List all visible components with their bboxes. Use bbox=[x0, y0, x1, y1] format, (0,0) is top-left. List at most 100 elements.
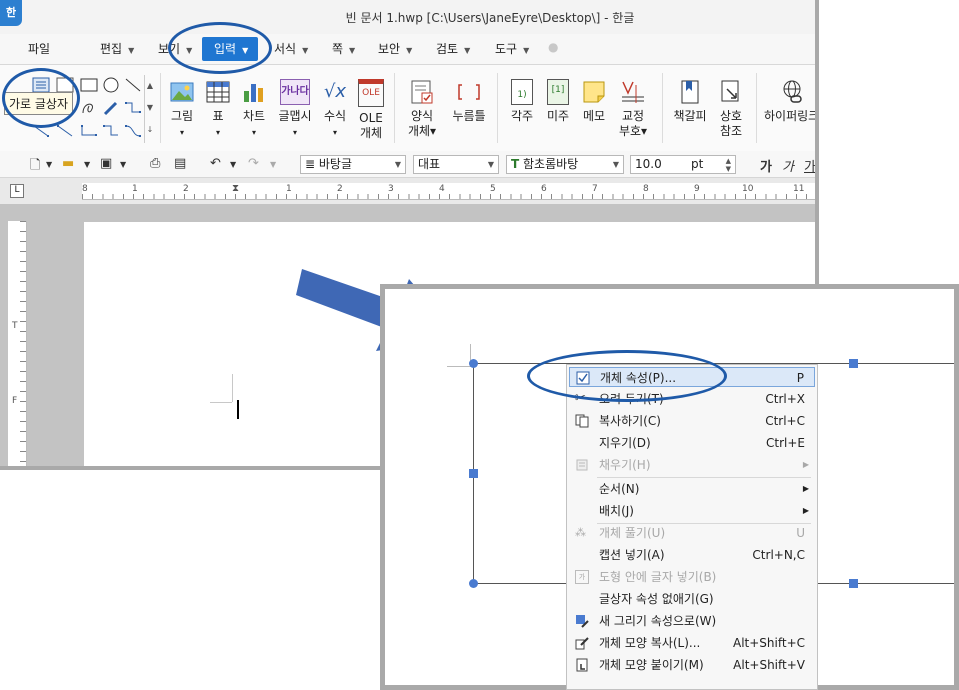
gallery-scroll[interactable]: ▲ ▼ ↓ bbox=[144, 75, 155, 143]
resize-handle[interactable] bbox=[849, 579, 858, 588]
title-bar: 한 빈 문서 1.hwp [C:\Users\JaneEyre\Desktop\… bbox=[0, 0, 815, 34]
print-icon[interactable]: ⎙ bbox=[150, 156, 160, 171]
menu-tools[interactable]: 도구 ▼ bbox=[495, 40, 529, 57]
pen-icon[interactable] bbox=[102, 100, 120, 116]
menu-item-order[interactable]: 순서(N) ▶ bbox=[569, 479, 815, 499]
submenu-arrow-icon: ▶ bbox=[802, 460, 809, 469]
menu-item-fill[interactable]: 채우기(H) ▶ bbox=[569, 455, 815, 475]
resize-handle[interactable] bbox=[469, 579, 478, 588]
font-type-icon: T bbox=[511, 157, 520, 171]
connector-icon[interactable] bbox=[124, 100, 142, 116]
insert-hyperlink-button[interactable]: 하이퍼링크 bbox=[764, 79, 815, 124]
menu-item-delete[interactable]: 지우기(D) Ctrl+E bbox=[569, 433, 815, 453]
curve-icon[interactable] bbox=[80, 100, 98, 116]
chevron-down-icon: ▼ bbox=[523, 46, 530, 55]
menu-item-copy-shape[interactable]: 개체 모양 복사(L)... Alt+Shift+C bbox=[569, 633, 815, 653]
font-select[interactable]: T 함초롬바탕 ▼ bbox=[506, 155, 624, 174]
insert-footnote-button[interactable]: 1) 각주 bbox=[506, 79, 538, 124]
tab-type-icon[interactable]: L bbox=[10, 184, 24, 198]
insert-formula-button[interactable]: √x 수식 ▾ bbox=[318, 79, 352, 140]
window-title: 빈 문서 1.hwp [C:\Users\JaneEyre\Desktop\] … bbox=[345, 11, 635, 25]
line-icon[interactable] bbox=[124, 77, 142, 93]
menu-review[interactable]: 검토 ▼ bbox=[436, 40, 470, 57]
top-margin-marker-icon[interactable]: T bbox=[12, 321, 18, 331]
horizontal-ruler[interactable]: 8 1 2 1 2 3 4 5 6 7 8 9 10 11 ⧗ bbox=[82, 183, 815, 200]
chevron-down-icon[interactable]: ▼ bbox=[46, 160, 52, 169]
save-icon[interactable]: ▣ bbox=[100, 156, 112, 171]
insert-bookmark-button[interactable]: 책갈피 bbox=[670, 79, 710, 124]
menu-item-text-in-shape[interactable]: 가 도형 안에 글자 넣기(B) bbox=[569, 567, 815, 587]
vertical-ruler[interactable]: T F bbox=[8, 221, 27, 466]
open-folder-icon[interactable]: ▬ bbox=[62, 156, 74, 171]
preview-icon[interactable]: ▤ bbox=[174, 156, 186, 171]
connector-elbow-icon[interactable] bbox=[80, 123, 98, 139]
chevron-down-icon[interactable]: ▼ bbox=[230, 160, 236, 169]
chevron-down-icon[interactable]: ▼ bbox=[270, 160, 276, 169]
ole-icon: OLE bbox=[358, 79, 384, 107]
formula-icon: √x bbox=[323, 81, 347, 102]
menu-item-new-draw-props[interactable]: 새 그리기 속성으로(W) bbox=[569, 611, 815, 631]
new-draw-props-icon bbox=[576, 615, 589, 628]
language-select[interactable]: 대표 ▼ bbox=[413, 155, 499, 174]
paste-shape-icon bbox=[576, 658, 588, 672]
insert-picture-button[interactable]: 그림 ▾ bbox=[166, 79, 198, 140]
fill-icon bbox=[576, 459, 588, 471]
context-menu: 개체 속성(P)... P ✂ 오려 두기(T) Ctrl+X 복사하기(C) Ctr… bbox=[566, 364, 818, 690]
insert-table-button[interactable]: 표 ▾ bbox=[204, 79, 232, 140]
paragraph-marker-icon[interactable]: F bbox=[12, 396, 17, 406]
chevron-down-icon[interactable]: ▼ bbox=[120, 160, 126, 169]
resize-handle[interactable] bbox=[469, 359, 478, 368]
app-logo-icon[interactable]: 한 bbox=[0, 0, 22, 26]
copy-shape-icon bbox=[575, 637, 589, 650]
menu-item-insert-caption[interactable]: 캡션 넣기(A) Ctrl+N,C bbox=[569, 545, 815, 565]
resize-handle[interactable] bbox=[469, 469, 478, 478]
insert-ole-button[interactable]: OLE OLE 개체 bbox=[356, 79, 386, 141]
indent-marker-icon[interactable]: ⧗ bbox=[232, 183, 242, 199]
menu-security[interactable]: 보안 ▼ bbox=[378, 40, 412, 57]
chevron-down-icon: ▼ bbox=[302, 46, 309, 55]
connector-curve-icon[interactable] bbox=[124, 123, 142, 139]
insert-crossref-button[interactable]: 상호 참조 bbox=[714, 79, 748, 139]
connector-arrow-icon[interactable] bbox=[56, 123, 74, 139]
help-icon[interactable]: ● bbox=[548, 40, 558, 54]
menu-item-arrange[interactable]: 배치(J) ▶ bbox=[569, 501, 815, 521]
menu-page[interactable]: 쪽 ▼ bbox=[332, 40, 355, 57]
insert-form-button[interactable]: 양식 개체▾ bbox=[404, 79, 440, 139]
insert-chart-button[interactable]: 차트 ▾ bbox=[238, 79, 270, 140]
undo-icon[interactable]: ↶ bbox=[210, 156, 221, 171]
insert-endnote-button[interactable]: [1] 미주 bbox=[542, 79, 574, 124]
wordart-icon: 가나다 bbox=[280, 79, 310, 105]
hyperlink-icon bbox=[783, 80, 802, 103]
insert-proofmark-button[interactable]: 교정 부호▾ bbox=[616, 79, 650, 139]
menu-item-ungroup[interactable]: ⁂ 개체 풀기(U) U bbox=[569, 523, 815, 543]
menu-format[interactable]: 서식 ▼ bbox=[274, 40, 308, 57]
rectangle-icon[interactable] bbox=[80, 77, 98, 93]
table-icon bbox=[206, 81, 230, 103]
insert-wordart-button[interactable]: 가나다 글맵시 ▾ bbox=[276, 79, 314, 140]
menu-item-copy[interactable]: 복사하기(C) Ctrl+C bbox=[569, 411, 815, 431]
picture-icon bbox=[170, 82, 194, 102]
ribbon-toolbar: ▲ ▼ ↓ 가로 글상자 그림 ▾ 표 ▾ 차트 ▾ 가나다 글맵시 ▾ √x 수식 ▾ OL… bbox=[0, 65, 815, 152]
new-document-icon[interactable]: 🗋 bbox=[30, 156, 40, 178]
bold-button[interactable]: 가 bbox=[760, 156, 772, 175]
chevron-down-icon[interactable]: ▼ bbox=[84, 160, 90, 169]
chevron-down-icon: ▼ bbox=[406, 46, 413, 55]
menu-edit[interactable]: 편집 ▼ bbox=[100, 40, 134, 57]
resize-handle[interactable] bbox=[849, 359, 858, 368]
connector-elbow-arrow-icon[interactable] bbox=[102, 123, 120, 139]
menu-item-remove-textbox-props[interactable]: 글상자 속성 없애기(G) bbox=[569, 589, 815, 609]
redo-icon[interactable]: ↷ bbox=[248, 156, 259, 171]
underline-button[interactable]: 가 bbox=[804, 156, 815, 175]
font-size-input[interactable]: 10.0 pt ▲ ▼ bbox=[630, 155, 736, 174]
menu-file[interactable]: 파일 bbox=[28, 40, 50, 57]
highlight-ellipse-textbox bbox=[2, 68, 80, 128]
style-select[interactable]: ≣ 바탕글 ▼ bbox=[300, 155, 406, 174]
italic-button[interactable]: 가 bbox=[782, 156, 794, 175]
chevron-down-icon: ▼ bbox=[128, 46, 135, 55]
submenu-arrow-icon: ▶ bbox=[802, 484, 809, 493]
menu-item-paste-shape[interactable]: 개체 모양 붙이기(M) Alt+Shift+V bbox=[569, 655, 815, 675]
ellipse-icon[interactable] bbox=[102, 77, 120, 93]
paragraph-style-icon: ≣ bbox=[305, 157, 319, 171]
insert-field-button[interactable]: 누름틀 bbox=[448, 79, 490, 124]
insert-memo-button[interactable]: 메모 bbox=[578, 79, 610, 124]
